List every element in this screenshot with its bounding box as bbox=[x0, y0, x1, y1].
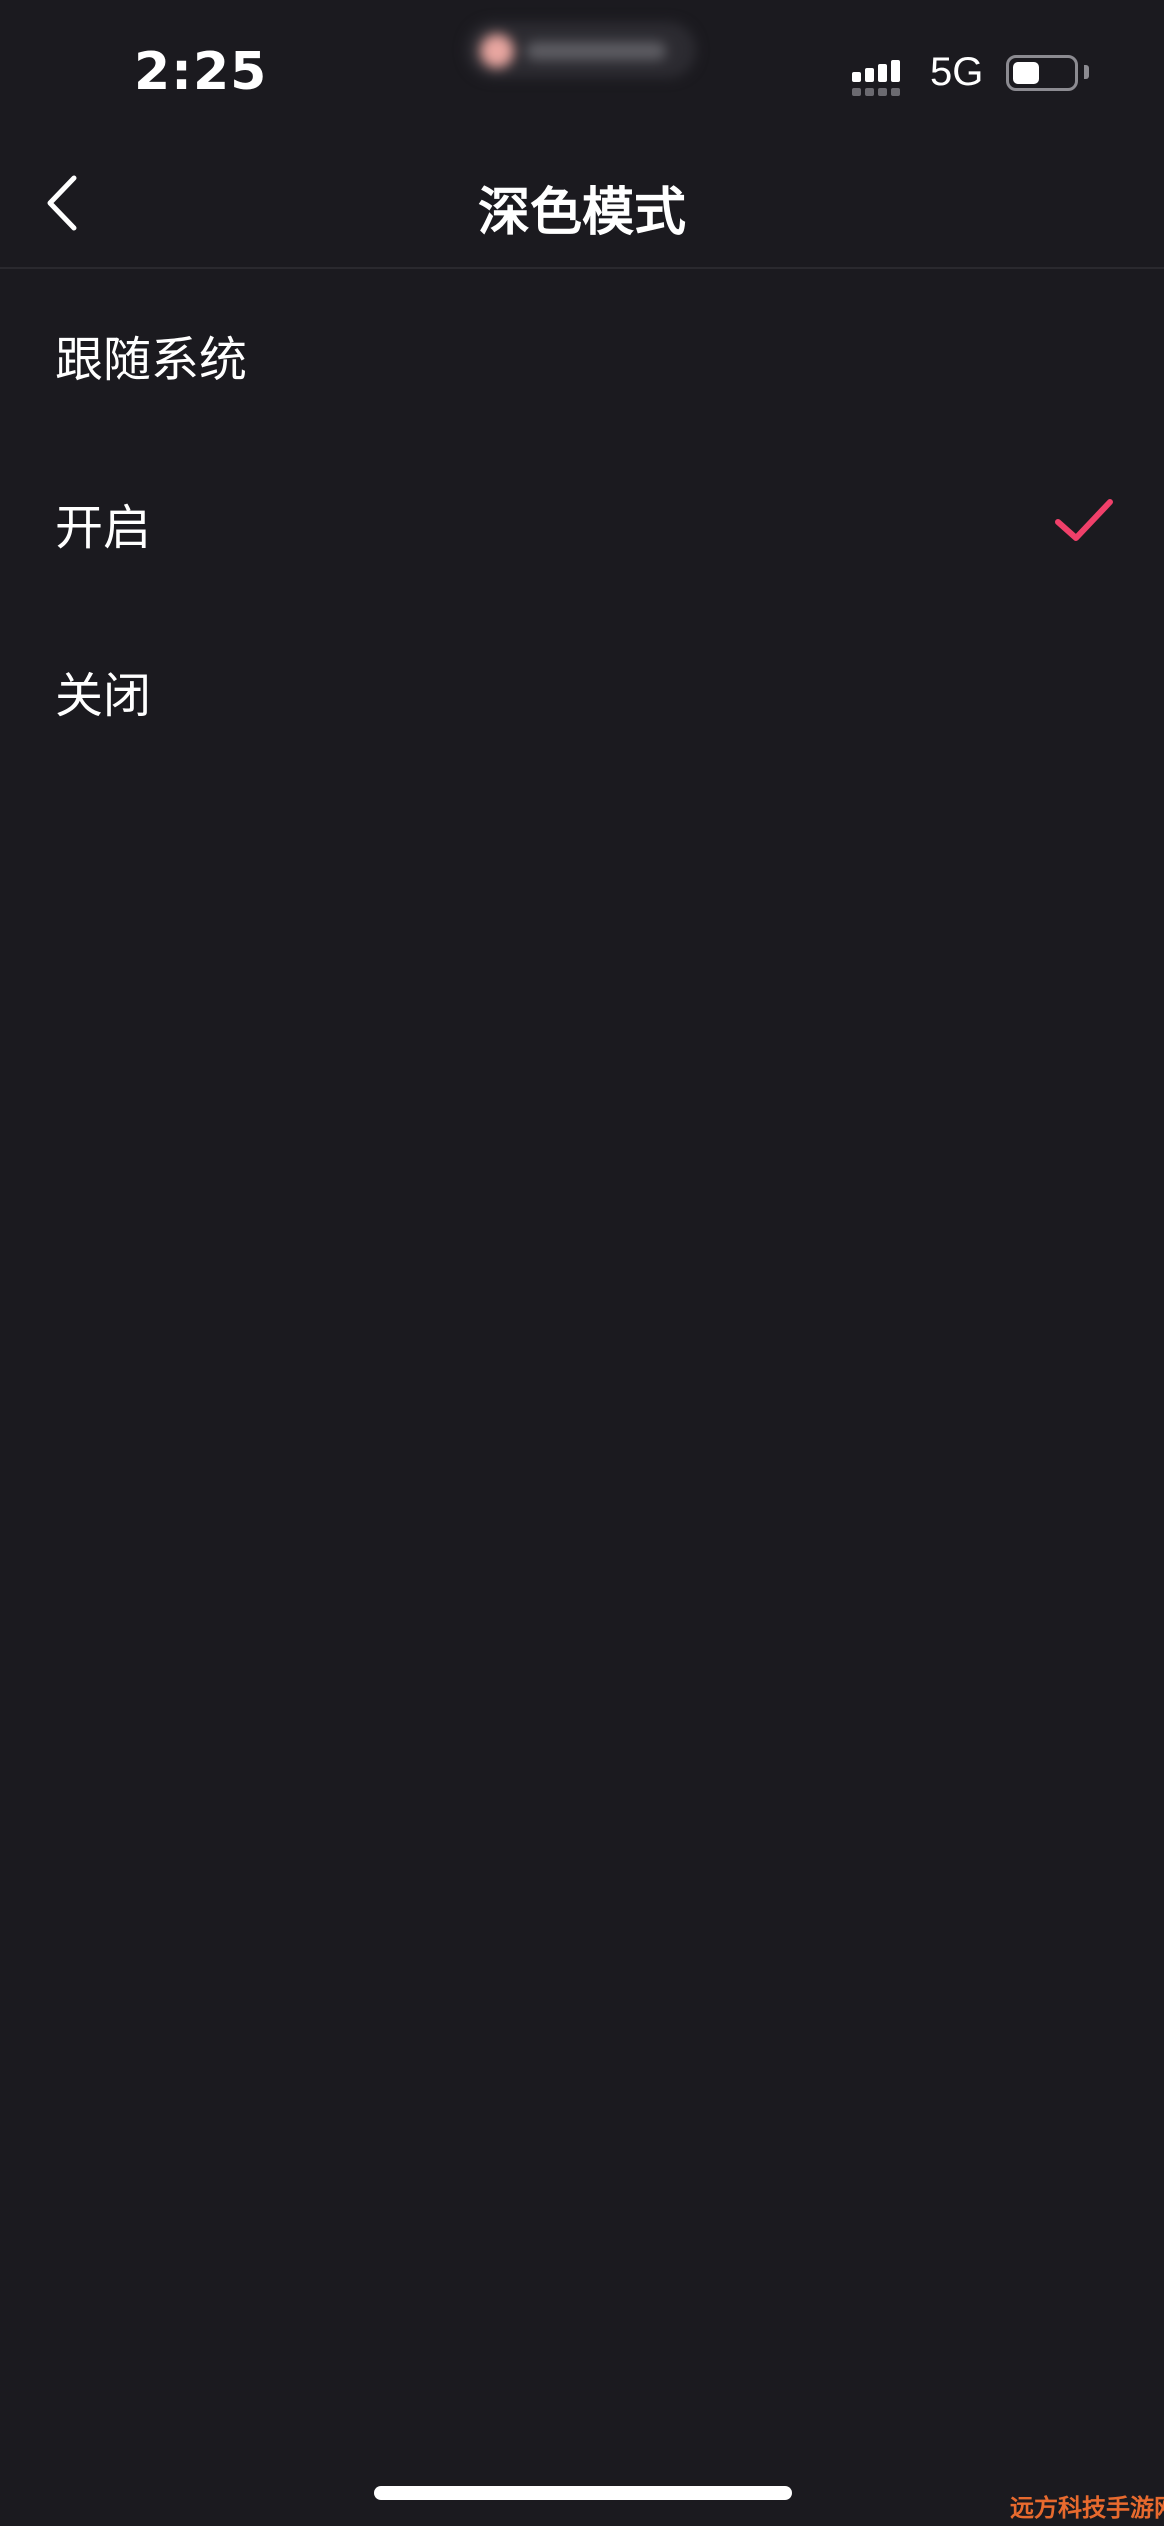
battery-level bbox=[1013, 62, 1039, 84]
home-indicator[interactable] bbox=[374, 2486, 792, 2500]
option-off[interactable]: 关闭 bbox=[0, 606, 1164, 774]
option-label: 跟随系统 bbox=[55, 332, 248, 388]
checkmark-icon bbox=[1055, 499, 1113, 541]
status-time: 2:25 bbox=[134, 42, 268, 102]
option-label: 开启 bbox=[55, 500, 152, 556]
watermark: 远方科技手游网 bbox=[1010, 2494, 1164, 2522]
battery-icon bbox=[1006, 55, 1078, 91]
option-on[interactable]: 开启 bbox=[0, 438, 1164, 606]
dark-mode-options: 跟随系统 开启 关闭 bbox=[0, 270, 1164, 774]
live-activity-text-blurred bbox=[526, 42, 666, 60]
navigation-bar: 深色模式 bbox=[0, 140, 1164, 269]
live-activity-icon bbox=[480, 34, 514, 68]
option-label: 关闭 bbox=[55, 668, 152, 724]
page-title: 深色模式 bbox=[477, 183, 686, 243]
battery-cap bbox=[1084, 65, 1089, 79]
status-bar: 2:25 5G bbox=[0, 0, 1164, 140]
network-type: 5G bbox=[930, 50, 984, 94]
option-follow-system[interactable]: 跟随系统 bbox=[0, 270, 1164, 438]
cellular-signal-icon bbox=[852, 52, 912, 96]
live-activity-pill[interactable] bbox=[466, 22, 696, 78]
